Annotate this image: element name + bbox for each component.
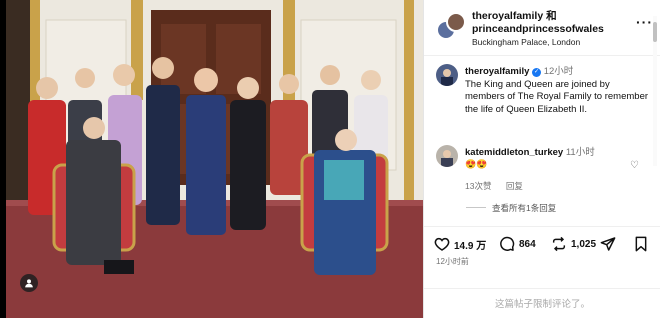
more-options-icon[interactable]: ··· (636, 14, 653, 30)
comment-meta: 13次赞 回复 (465, 180, 535, 192)
repost-button[interactable]: 1,025 (551, 236, 596, 252)
post-authors[interactable]: theroyalfamily 和 princeandprincessofwale… (472, 10, 632, 36)
caption-username[interactable]: theroyalfamily (465, 66, 529, 77)
comments-section: theroyalfamily ✓ 12小时 The King and Queen… (424, 56, 660, 226)
heart-icon (434, 237, 450, 251)
comments-scrollbar[interactable] (652, 12, 658, 172)
like-count: 14.9 万 (454, 240, 487, 252)
comment-likes[interactable]: 13次赞 (465, 181, 491, 191)
repost-icon (552, 236, 566, 252)
comment-bubble-icon (500, 236, 515, 251)
save-button[interactable] (634, 236, 652, 252)
verified-badge-icon: ✓ (532, 68, 542, 77)
view-replies-button[interactable]: 查看所有1条回复 (466, 202, 556, 214)
view-replies-label: 查看所有1条回复 (492, 203, 557, 213)
like-button[interactable]: 14.9 万 (434, 236, 486, 252)
bookmark-icon (635, 236, 647, 252)
post-location[interactable]: Buckingham Palace, London (472, 37, 580, 47)
action-bar: 14.9 万 864 1,025 (424, 226, 660, 260)
avatar (446, 12, 466, 32)
share-button[interactable] (600, 236, 620, 252)
comments-disabled-notice: 这篇帖子限制评论了。 (424, 288, 660, 318)
comment-text: 😍😍 (465, 159, 488, 169)
caption: theroyalfamily ✓ 12小时 The King and Queen… (465, 66, 650, 116)
divider (466, 207, 486, 208)
collab-avatars[interactable] (436, 12, 466, 42)
post-header: theroyalfamily 和 princeandprincessofwale… (424, 0, 660, 56)
comment-reply-button[interactable]: 回复 (506, 181, 523, 191)
comments-disabled-text: 这篇帖子限制评论了。 (494, 299, 590, 310)
royal-family-photo-illustration (6, 0, 423, 318)
instagram-post-viewer: theroyalfamily 和 princeandprincessofwale… (0, 0, 660, 318)
comment-count: 864 (519, 238, 536, 250)
comment-username[interactable]: katemiddleton_turkey (465, 147, 563, 158)
repost-count: 1,025 (571, 238, 597, 250)
caption-time: 12小时 (543, 66, 574, 77)
comment-button[interactable]: 864 (499, 236, 536, 252)
scrollbar-thumb[interactable] (653, 22, 657, 42)
post-side-panel: theroyalfamily 和 princeandprincessofwale… (423, 0, 660, 318)
comment-avatar[interactable] (436, 145, 458, 167)
comment-like-heart-icon[interactable]: ♡ (630, 160, 639, 171)
post-photo[interactable] (6, 0, 423, 318)
user-tag-icon[interactable] (20, 274, 38, 292)
post-date[interactable]: 12小时前 (436, 256, 469, 267)
send-icon (600, 237, 616, 251)
caption-avatar[interactable] (436, 64, 458, 86)
comment: katemiddleton_turkey 11小时 (465, 147, 595, 159)
caption-text: The King and Queen are joined by members… (465, 78, 649, 115)
comment-time: 11小时 (565, 147, 595, 158)
